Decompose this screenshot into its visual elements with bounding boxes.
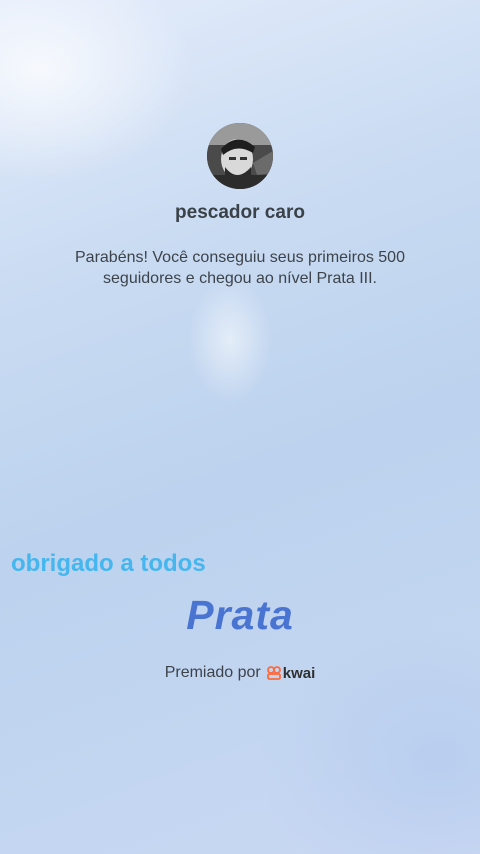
avatar[interactable]	[207, 123, 273, 189]
awarded-by: Premiado por kwai	[0, 664, 480, 682]
user-photo-icon	[207, 123, 273, 189]
awarded-label: Premiado por	[164, 664, 261, 681]
username: pescador caro	[175, 202, 305, 223]
overlay-caption: obrigado a todos	[11, 550, 206, 577]
kwai-brand-text: kwai	[282, 664, 316, 682]
kwai-icon	[266, 666, 281, 680]
level-title: Prata	[186, 592, 294, 638]
kwai-logo: kwai	[266, 664, 316, 682]
congratulations-message: Parabéns! Você conseguiu seus primeiros …	[75, 249, 405, 287]
